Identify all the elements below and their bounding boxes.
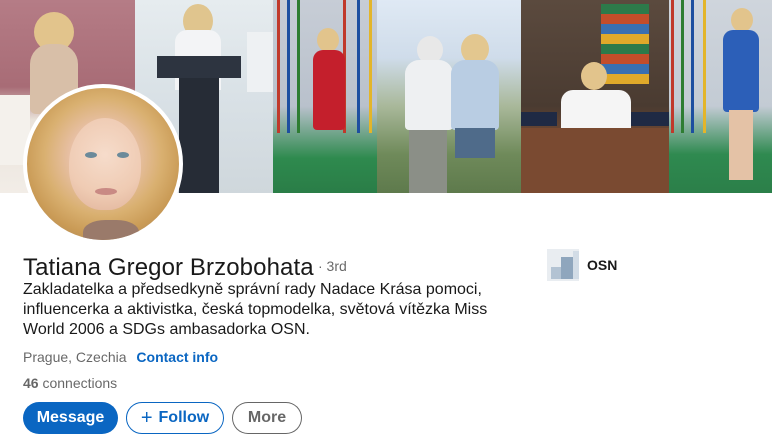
profile-photo-eye-left: [85, 152, 97, 158]
follow-button[interactable]: + Follow: [126, 402, 224, 434]
profile-photo-face: [69, 118, 141, 210]
organization-name[interactable]: OSN: [587, 256, 617, 274]
connections-number: 46: [23, 375, 39, 391]
message-button-label: Message: [36, 409, 105, 426]
profile-photo-lips: [95, 188, 117, 195]
more-button[interactable]: More: [232, 402, 302, 434]
message-button[interactable]: Message: [23, 402, 118, 434]
profile-photo-eye-right: [117, 152, 129, 158]
connections-count[interactable]: 46 connections: [23, 373, 117, 393]
more-button-label: More: [247, 409, 287, 426]
profile-name: Tatiana Gregor Brzobohata: [23, 254, 314, 281]
banner-photo-4: [377, 0, 521, 193]
location-row: Prague, Czechia Contact info: [23, 347, 218, 367]
organization-logo-icon[interactable]: [547, 249, 579, 281]
connection-degree: · 3rd: [318, 258, 347, 274]
profile-location: Prague, Czechia: [23, 349, 127, 365]
connections-label: connections: [42, 375, 118, 391]
banner-photo-6: [669, 0, 772, 193]
profile-photo-top: [83, 220, 139, 240]
profile-headline: Zakladatelka a předsedkyně správní rady …: [23, 281, 488, 338]
follow-button-label: Follow: [158, 409, 210, 426]
profile-photo[interactable]: [23, 84, 183, 244]
banner-photo-5: [521, 0, 669, 193]
contact-info-link[interactable]: Contact info: [136, 349, 218, 365]
plus-icon: +: [140, 407, 153, 429]
banner-photo-3: [273, 0, 377, 193]
